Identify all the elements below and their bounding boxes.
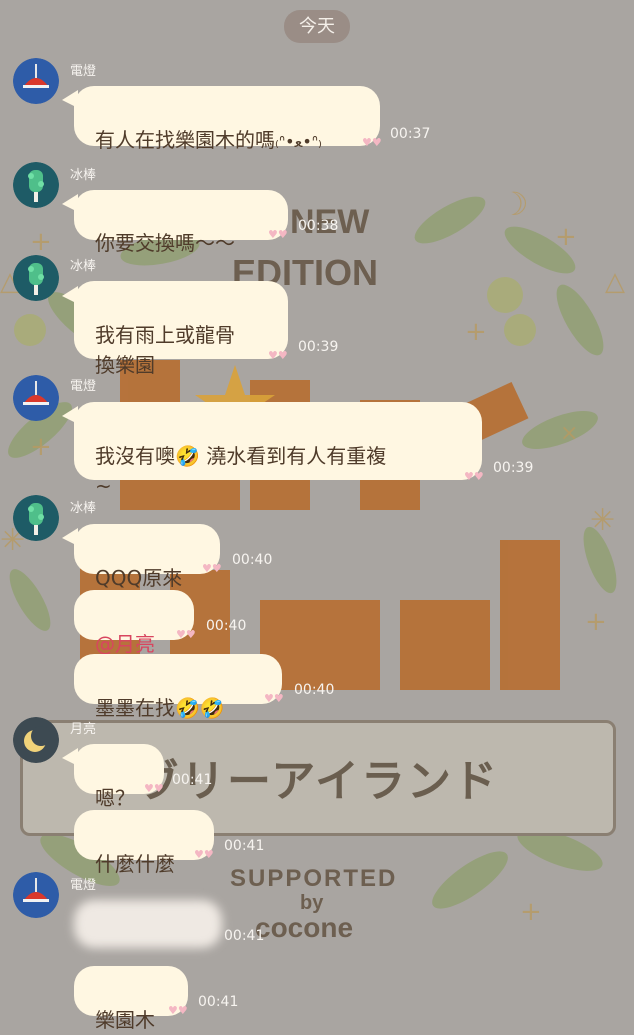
message-time: 00:37 bbox=[390, 126, 431, 142]
popsicle-avatar[interactable] bbox=[13, 255, 59, 301]
heart-reaction-icon: ♥♥ bbox=[264, 692, 284, 705]
date-separator: 今天 bbox=[284, 10, 350, 43]
message-time: 00:41 bbox=[198, 994, 239, 1010]
svg-text:☽: ☽ bbox=[500, 185, 529, 223]
svg-text:+: + bbox=[30, 227, 52, 257]
sender-name: 電燈 bbox=[70, 878, 97, 893]
bg-supported-label: SUPPORTED bbox=[230, 865, 398, 892]
heart-reaction-icon: ♥♥ bbox=[176, 628, 196, 641]
heart-reaction-icon: ♥♥ bbox=[194, 848, 214, 861]
svg-text:+: + bbox=[555, 222, 577, 252]
sender-name: 月亮 bbox=[70, 722, 97, 737]
message-text: 什麼什麼 bbox=[95, 852, 175, 876]
message-bubble[interactable]: 墨墨在找🤣🤣 bbox=[74, 654, 282, 720]
lamp-avatar[interactable] bbox=[13, 58, 59, 104]
sender-name: 電燈 bbox=[70, 379, 97, 394]
heart-reaction-icon: ♥♥ bbox=[268, 349, 288, 362]
svg-text:✳: ✳ bbox=[590, 503, 615, 538]
message-time: 00:39 bbox=[493, 460, 534, 476]
message-time: 00:39 bbox=[298, 339, 339, 355]
heart-reaction-icon: ♥♥ bbox=[168, 1004, 188, 1017]
popsicle-avatar[interactable] bbox=[13, 495, 59, 541]
message-time: 00:40 bbox=[294, 682, 335, 698]
message-time: 00:41 bbox=[172, 772, 213, 788]
message-text: 嗯？ bbox=[95, 786, 135, 810]
message-text: 樂園木 bbox=[95, 1008, 155, 1032]
moon-avatar[interactable] bbox=[13, 717, 59, 763]
svg-text:△: △ bbox=[605, 267, 625, 297]
message-bubble[interactable]: 你要交換嗎～～ bbox=[74, 190, 288, 255]
message-text: 有人在找樂園木的嗎 bbox=[95, 128, 275, 152]
mention-link[interactable]: @月亮 bbox=[95, 632, 155, 656]
message-bubble[interactable]: QQQ原來 bbox=[74, 524, 220, 590]
message-time: 00:41 bbox=[224, 838, 265, 854]
message-bubble[interactable]: 有人在找樂園木的嗎₍ᐢ•ﻌ•ᐢ₎ bbox=[74, 86, 380, 152]
svg-text:+: + bbox=[465, 317, 487, 347]
svg-text:+: + bbox=[585, 607, 607, 637]
sender-name: 電燈 bbox=[70, 64, 97, 79]
cat-face-sticker-icon: ₍ᐢ•ﻌ•ᐢ₎ bbox=[275, 132, 322, 151]
sender-name: 冰棒 bbox=[70, 168, 97, 183]
message-time: 00:38 bbox=[298, 218, 339, 234]
blurred-message-bubble[interactable] bbox=[74, 900, 222, 948]
heart-reaction-icon: ♥♥ bbox=[202, 562, 222, 575]
sender-name: 冰棒 bbox=[70, 259, 97, 274]
bg-brand-label: cocone bbox=[255, 912, 354, 943]
popsicle-avatar[interactable] bbox=[13, 162, 59, 208]
svg-text:+: + bbox=[30, 432, 52, 462]
message-time: 00:40 bbox=[232, 552, 273, 568]
lamp-avatar[interactable] bbox=[13, 375, 59, 421]
message-time: 00:40 bbox=[206, 618, 247, 634]
lamp-avatar[interactable] bbox=[13, 872, 59, 918]
message-bubble[interactable]: 我有雨上或龍骨 換樂園 bbox=[74, 281, 288, 377]
message-time: 00:41 bbox=[224, 928, 265, 944]
message-text: 你要交換嗎～～ bbox=[95, 231, 235, 255]
svg-text:×: × bbox=[560, 421, 578, 446]
message-bubble[interactable]: 我沒有噢🤣 澆水看到有人有重複 ~ bbox=[74, 402, 482, 498]
svg-text:+: + bbox=[520, 897, 542, 927]
message-text: 墨墨在找🤣🤣 bbox=[95, 696, 225, 720]
heart-reaction-icon: ♥♥ bbox=[144, 782, 164, 795]
heart-reaction-icon: ♥♥ bbox=[464, 470, 484, 483]
message-text: QQQ原來 bbox=[95, 566, 183, 590]
heart-reaction-icon: ♥♥ bbox=[362, 136, 382, 149]
message-bubble[interactable]: 什麼什麼 bbox=[74, 810, 214, 876]
sender-name: 冰棒 bbox=[70, 501, 97, 516]
heart-reaction-icon: ♥♥ bbox=[268, 228, 288, 241]
